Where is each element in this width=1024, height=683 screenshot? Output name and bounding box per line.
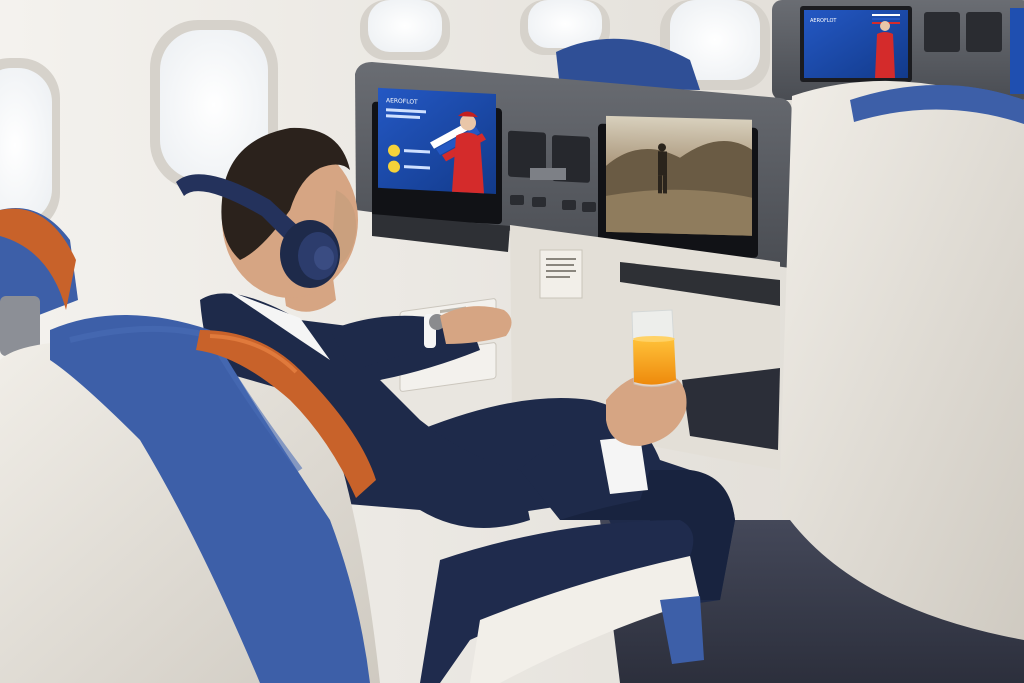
cabin-illustration: AEROFLOT AEROFLOT: [0, 0, 1024, 683]
juice-glass-icon: [631, 309, 677, 388]
cabin-photo: AEROFLOT AEROFLOT: [0, 0, 1024, 683]
svg-text:AEROFLOT: AEROFLOT: [810, 18, 837, 24]
